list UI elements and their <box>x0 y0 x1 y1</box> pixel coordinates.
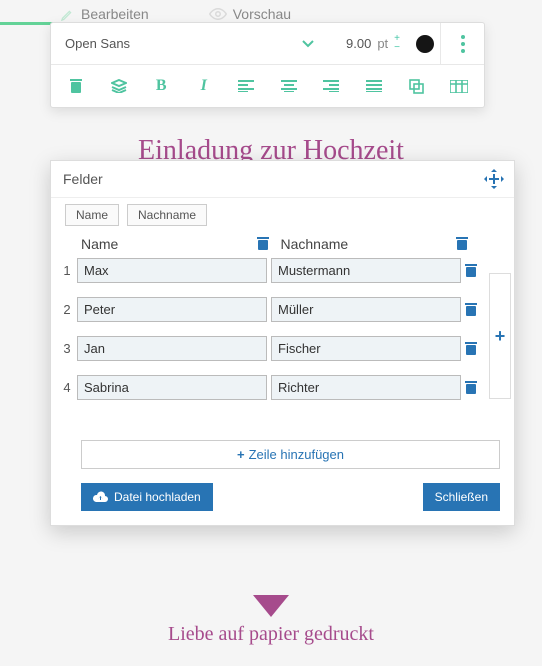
pencil-icon <box>60 7 75 22</box>
page-subtitle: Liebe auf papier gedruckt <box>0 623 542 646</box>
columns-header: Name Nachname <box>51 236 514 258</box>
align-justify-button[interactable] <box>353 65 396 107</box>
font-color-picker[interactable] <box>410 35 440 53</box>
table-button[interactable] <box>438 65 481 107</box>
fields-panel-header: Felder <box>51 161 514 198</box>
row-number: 3 <box>57 341 77 356</box>
table-row: 3 <box>57 336 483 361</box>
toolbar-menu-button[interactable] <box>440 23 484 64</box>
row-number: 1 <box>57 263 77 278</box>
upload-file-button[interactable]: Datei hochladen <box>81 483 213 511</box>
delete-button[interactable] <box>55 65 98 107</box>
column-header-name: Name <box>81 236 275 252</box>
cell-name-1[interactable] <box>77 258 267 283</box>
upload-file-label: Datei hochladen <box>114 490 201 504</box>
cell-name-4[interactable] <box>77 375 267 400</box>
kebab-icon <box>461 35 465 53</box>
align-left-icon <box>238 80 254 92</box>
trash-icon <box>456 237 468 251</box>
trash-icon <box>465 264 477 278</box>
delete-column-name[interactable] <box>257 237 269 251</box>
column-header-nachname: Nachname <box>281 236 475 252</box>
trash-icon <box>465 342 477 356</box>
fields-panel-footer: Datei hochladen Schließen <box>51 479 514 525</box>
italic-button[interactable]: I <box>183 65 226 107</box>
tab-preview[interactable]: Vorschau <box>209 6 291 22</box>
chip-nachname[interactable]: Nachname <box>127 204 207 226</box>
delete-column-nachname[interactable] <box>456 237 468 251</box>
plus-icon: + <box>237 447 245 462</box>
trash-icon <box>257 237 269 251</box>
cell-name-3[interactable] <box>77 336 267 361</box>
fields-panel: Felder Name Nachname Name Nachname 1 <box>50 160 515 526</box>
top-tabs: Bearbeiten Vorschau <box>0 0 542 22</box>
font-family-select[interactable]: Open Sans <box>51 36 329 51</box>
eye-icon <box>209 7 227 21</box>
table-row: 2 <box>57 297 483 322</box>
close-button[interactable]: Schließen <box>423 483 500 511</box>
table-row: 1 <box>57 258 483 283</box>
chip-name[interactable]: Name <box>65 204 119 226</box>
row-number: 2 <box>57 302 77 317</box>
trash-icon <box>465 381 477 395</box>
layers-icon <box>111 79 127 93</box>
font-size-value: 9.00 <box>339 36 371 51</box>
minus-icon[interactable]: − <box>394 44 400 52</box>
align-center-button[interactable] <box>268 65 311 107</box>
move-icon <box>484 169 504 189</box>
align-center-icon <box>281 80 297 92</box>
cell-nachname-1[interactable] <box>271 258 461 283</box>
delete-row-2[interactable] <box>465 303 483 317</box>
cell-name-2[interactable] <box>77 297 267 322</box>
copy-icon <box>409 79 424 94</box>
align-right-button[interactable] <box>310 65 353 107</box>
add-row-label: Zeile hinzufügen <box>249 447 344 462</box>
align-left-button[interactable] <box>225 65 268 107</box>
column-header-nachname-label: Nachname <box>281 236 349 252</box>
rows-column: 1 2 3 <box>57 258 483 414</box>
trash-icon <box>465 303 477 317</box>
trash-icon <box>69 78 83 94</box>
cloud-upload-icon <box>93 491 108 503</box>
text-toolbar: Open Sans 9.00 pt + − B I <box>50 22 485 108</box>
delete-row-3[interactable] <box>465 342 483 356</box>
chevron-down-icon <box>301 39 315 49</box>
toolbar-row-1: Open Sans 9.00 pt + − <box>51 23 484 65</box>
font-size-stepper[interactable]: + − <box>394 35 400 52</box>
cell-nachname-4[interactable] <box>271 375 461 400</box>
arrow-down-icon <box>253 595 289 617</box>
table-row: 4 <box>57 375 483 400</box>
add-column-area: + <box>489 258 511 414</box>
close-button-label: Schließen <box>435 490 488 504</box>
data-grid: 1 2 3 <box>51 258 514 414</box>
move-handle[interactable] <box>484 169 504 189</box>
font-size-unit: pt <box>377 36 388 51</box>
cell-nachname-3[interactable] <box>271 336 461 361</box>
bold-button[interactable]: B <box>140 65 183 107</box>
copy-button[interactable] <box>395 65 438 107</box>
delete-row-1[interactable] <box>465 264 483 278</box>
align-right-icon <box>323 80 339 92</box>
tab-preview-label: Vorschau <box>233 6 291 22</box>
field-chips: Name Nachname <box>51 198 514 236</box>
layers-button[interactable] <box>98 65 141 107</box>
toolbar-row-2: B I <box>51 65 484 107</box>
row-number: 4 <box>57 380 77 395</box>
tab-edit[interactable]: Bearbeiten <box>60 6 149 22</box>
fields-panel-title: Felder <box>63 171 103 187</box>
font-size-control[interactable]: 9.00 pt + − <box>329 35 410 52</box>
delete-row-4[interactable] <box>465 381 483 395</box>
align-justify-icon <box>366 80 382 92</box>
tab-edit-label: Bearbeiten <box>81 6 149 22</box>
add-row-button[interactable]: + Zeile hinzufügen <box>81 440 500 469</box>
color-dot-icon <box>416 35 434 53</box>
cell-nachname-2[interactable] <box>271 297 461 322</box>
table-icon <box>450 80 468 93</box>
add-column-button[interactable]: + <box>489 273 511 399</box>
font-family-value: Open Sans <box>65 36 130 51</box>
column-header-name-label: Name <box>81 236 118 252</box>
